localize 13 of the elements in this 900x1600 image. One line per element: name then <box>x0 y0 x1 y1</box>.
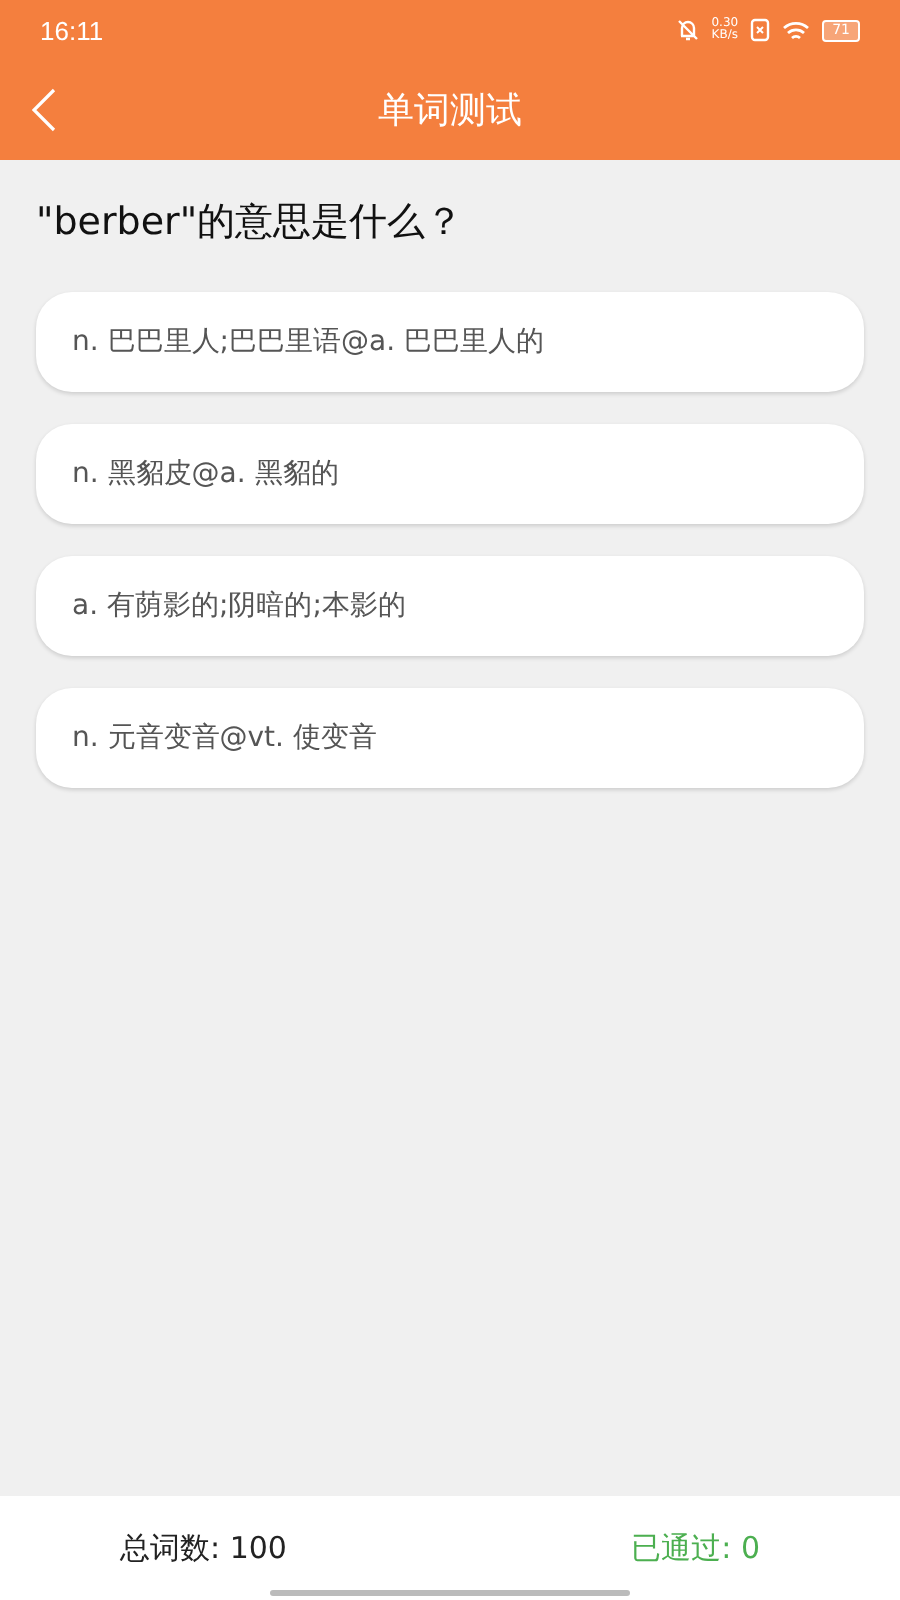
passed-count: 已通过: 0 <box>631 1529 760 1567</box>
wifi-icon <box>782 19 811 41</box>
answer-option[interactable]: n. 黑貂皮@a. 黑貂的 <box>36 424 864 524</box>
status-time: 16:11 <box>40 15 104 45</box>
alarm-off-icon <box>675 18 700 42</box>
question-text: "berber"的意思是什么？ <box>36 198 466 248</box>
sim-icon <box>750 18 771 42</box>
total-words: 总词数: 100 <box>120 1529 287 1567</box>
back-icon[interactable] <box>32 88 56 132</box>
answer-option[interactable]: a. 有荫影的;阴暗的;本影的 <box>36 556 864 656</box>
answer-option[interactable]: n. 巴巴里人;巴巴里语@a. 巴巴里人的 <box>36 292 864 392</box>
answer-option[interactable]: n. 元音变音@vt. 使变音 <box>36 688 864 788</box>
page-title: 单词测试 <box>378 88 522 134</box>
